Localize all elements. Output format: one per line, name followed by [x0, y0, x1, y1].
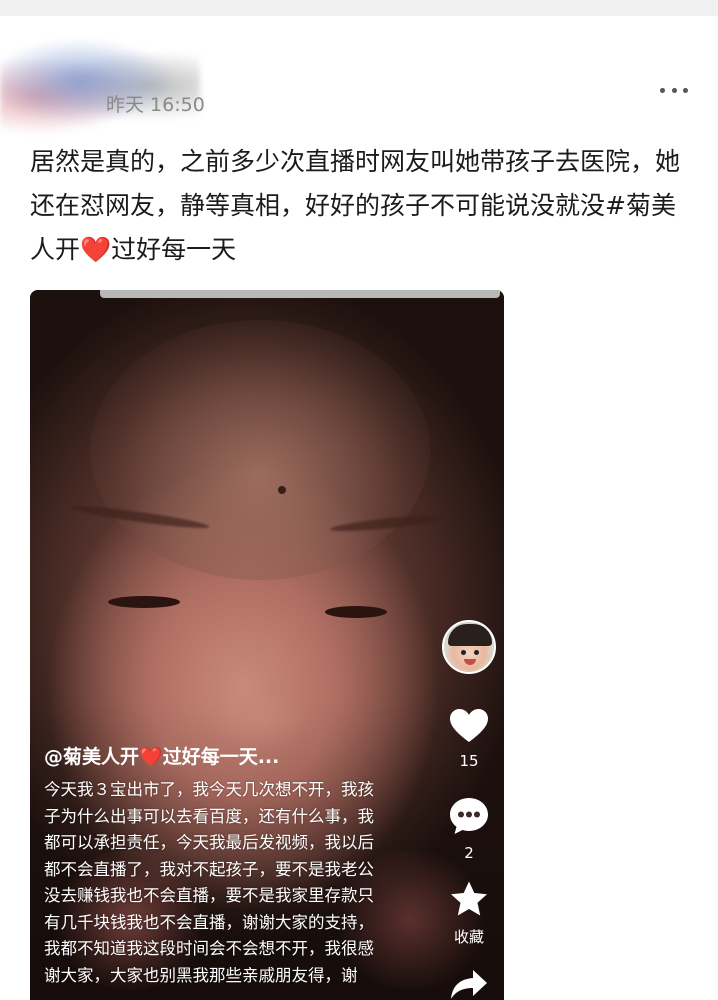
heart-emoji: ❤️ [80, 235, 112, 264]
caption-username[interactable]: @菊美人开❤️过好每一天... [44, 742, 279, 769]
like-count: 15 [459, 752, 479, 770]
favorite-button[interactable]: 收藏 [442, 880, 496, 947]
video-top-bar [100, 290, 500, 298]
like-button[interactable]: 15 [442, 708, 496, 770]
share-icon [451, 970, 487, 999]
video-face-highlight [90, 320, 430, 580]
video-face-eye-left [108, 596, 180, 608]
caption-username-prefix: @菊美人开 [44, 746, 140, 768]
caption-username-suffix: 过好每一天... [162, 746, 280, 768]
video-face-eye-right [325, 606, 387, 618]
comment-button[interactable]: 2 [442, 796, 496, 862]
caption-body: 今天我３宝出市了，我今天几次想不开，我孩子为什么出事可以去看百度，还有什么事，我… [44, 780, 374, 985]
comment-icon [450, 798, 488, 834]
blurred-user-avatar[interactable] [0, 36, 200, 136]
share-button[interactable] [442, 968, 496, 1000]
top-strip [0, 0, 718, 16]
comment-count: 2 [464, 844, 474, 862]
post-text-tail[interactable]: 过好每一天 [111, 235, 236, 264]
post-timestamp: 昨天 16:50 [106, 94, 205, 116]
favorite-label: 收藏 [453, 928, 484, 946]
post-header: 昨天 16:50 [0, 16, 718, 136]
caption-heart-emoji: ❤️ [139, 746, 163, 768]
more-horizontal-icon[interactable] [660, 80, 688, 100]
post-text: 居然是真的，之前多少次直播时网友叫她带孩子去医院，她还在怼网友，静等真相，好好的… [30, 140, 690, 272]
heart-icon [450, 709, 488, 742]
video-face-mole [278, 486, 286, 494]
creator-avatar[interactable] [442, 620, 496, 674]
star-icon [451, 881, 487, 916]
